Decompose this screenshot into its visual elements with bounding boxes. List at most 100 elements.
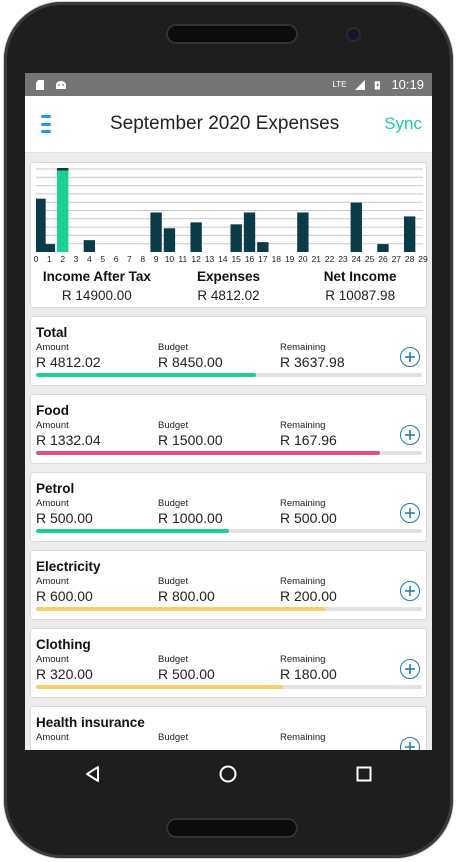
progress-fill <box>36 451 380 455</box>
main-content[interactable]: 0 1 2 3 4 5 6 7 8 9 10 11 12 13 14 15 16 17 18 19 20 21 22 23 24… <box>25 153 432 750</box>
category-values: Amount R 500.00 Budget R 1000.00 Remaini… <box>36 498 426 526</box>
budget-column: Budget R 8450.00 <box>158 342 280 370</box>
category-card[interactable]: Petrol Amount R 500.00 Budget R 1000.00 … <box>30 472 427 542</box>
remaining-column: Remaining <box>280 732 402 744</box>
budget-label: Budget <box>158 576 189 587</box>
progress-bar <box>36 685 422 689</box>
budget-label: Budget <box>158 732 189 743</box>
chart-bar[interactable] <box>150 212 162 252</box>
chart-tick-label: 15 <box>231 254 241 264</box>
category-card[interactable]: Health insurance Amount Budget Remaining <box>30 706 427 750</box>
category-list: Total Amount R 4812.02 Budget R 8450.00 … <box>30 316 427 750</box>
remaining-label: Remaining <box>280 342 326 353</box>
remaining-column: Remaining R 3637.98 <box>280 342 402 370</box>
chart-tick-label: 12 <box>191 254 201 264</box>
sd-card-icon <box>36 79 44 90</box>
chart-bar[interactable] <box>350 202 362 252</box>
menu-icon-line <box>41 122 51 126</box>
chart-tick-label: 22 <box>325 254 335 264</box>
chart-bar[interactable] <box>403 216 416 252</box>
chart-tick-label: 14 <box>218 254 228 264</box>
chart-bar-cap <box>57 168 69 171</box>
category-values: Amount R 600.00 Budget R 800.00 Remainin… <box>36 576 426 604</box>
add-expense-button[interactable] <box>400 737 420 750</box>
add-expense-button[interactable] <box>400 581 420 601</box>
amount-label: Amount <box>36 654 69 665</box>
category-values: Amount Budget Remaining <box>36 732 426 744</box>
plus-icon <box>405 586 415 596</box>
android-icon <box>56 80 66 89</box>
chart-tick-label: 1 <box>47 254 52 264</box>
add-expense-button[interactable] <box>400 659 420 679</box>
menu-button[interactable] <box>39 113 55 135</box>
remaining-column: Remaining R 167.96 <box>280 420 402 448</box>
chart-tick-label: 20 <box>298 254 308 264</box>
chart-tick-label: 16 <box>245 254 255 264</box>
amount-value: R 600.00 <box>36 588 93 604</box>
add-expense-button[interactable] <box>400 347 420 367</box>
chart-bar[interactable] <box>83 240 96 252</box>
add-expense-button[interactable] <box>400 425 420 445</box>
category-card[interactable]: Clothing Amount R 320.00 Budget R 500.00… <box>30 628 427 698</box>
chart-bar[interactable] <box>57 169 69 252</box>
chart-tick-label: 17 <box>258 254 268 264</box>
expenses-total: Expenses R 4812.02 <box>163 269 295 303</box>
chart-bar[interactable] <box>36 198 46 252</box>
amount-label: Amount <box>36 576 69 587</box>
budget-label: Budget <box>158 654 189 665</box>
budget-value: R 500.00 <box>158 666 215 682</box>
menu-icon-line <box>41 130 51 133</box>
net-income-label: Net Income <box>323 269 397 284</box>
category-name: Health insurance <box>36 715 145 730</box>
progress-fill <box>36 685 284 689</box>
budget-label: Budget <box>158 342 189 353</box>
amount-label: Amount <box>36 342 69 353</box>
chart-bar[interactable] <box>43 244 56 252</box>
chart-bar[interactable] <box>163 228 176 252</box>
budget-value: R 1500.00 <box>158 432 223 448</box>
chart-tick-label: 3 <box>74 254 79 264</box>
budget-column: Budget <box>158 732 280 744</box>
amount-column: Amount R 600.00 <box>36 576 158 604</box>
chart-bar[interactable] <box>377 244 389 252</box>
progress-bar <box>36 451 422 455</box>
remaining-label: Remaining <box>280 498 326 509</box>
category-card[interactable]: Total Amount R 4812.02 Budget R 8450.00 … <box>30 316 427 386</box>
chart-bar[interactable] <box>190 222 202 252</box>
recents-button[interactable] <box>344 754 384 794</box>
income-value: R 14900.00 <box>61 288 132 303</box>
chart-tick-label: 8 <box>140 254 145 264</box>
amount-column: Amount R 320.00 <box>36 654 158 682</box>
status-bar: LTE 10:19 <box>25 73 432 96</box>
chart-tick-label: 11 <box>178 254 187 264</box>
amount-column: Amount R 4812.02 <box>36 342 158 370</box>
category-card[interactable]: Electricity Amount R 600.00 Budget R 800… <box>30 550 427 620</box>
chart-tick-label: 27 <box>392 254 402 264</box>
chart-tick-label: 21 <box>312 254 322 264</box>
amount-label: Amount <box>36 420 69 431</box>
back-icon <box>85 766 99 782</box>
budget-value: R 1000.00 <box>158 510 223 526</box>
recents-icon <box>356 766 372 782</box>
category-card[interactable]: Food Amount R 1332.04 Budget R 1500.00 R… <box>30 394 427 464</box>
chart-bar[interactable] <box>230 224 242 252</box>
back-button[interactable] <box>73 754 113 794</box>
plus-icon <box>405 742 415 750</box>
chart-bar[interactable] <box>257 242 269 252</box>
chart-tick-label: 10 <box>165 254 175 264</box>
chart-tick-label: 0 <box>34 254 39 264</box>
chart-bar[interactable] <box>297 212 309 252</box>
remaining-label: Remaining <box>280 732 326 743</box>
chart-bar[interactable] <box>243 212 256 252</box>
net-income: Net Income R 10087.98 <box>294 269 426 303</box>
add-expense-button[interactable] <box>400 503 420 523</box>
amount-column: Amount R 500.00 <box>36 498 158 526</box>
amount-value: R 500.00 <box>36 510 93 526</box>
progress-fill <box>36 373 257 377</box>
category-name: Petrol <box>36 481 75 496</box>
summary-card: 0 1 2 3 4 5 6 7 8 9 10 11 12 13 14 15 16 17 18 19 20 21 22 23 24… <box>30 162 428 308</box>
sync-button[interactable]: Sync <box>384 114 422 134</box>
page-title: September 2020 Expenses <box>109 113 340 134</box>
progress-bar <box>36 607 422 611</box>
home-button[interactable] <box>208 754 248 794</box>
